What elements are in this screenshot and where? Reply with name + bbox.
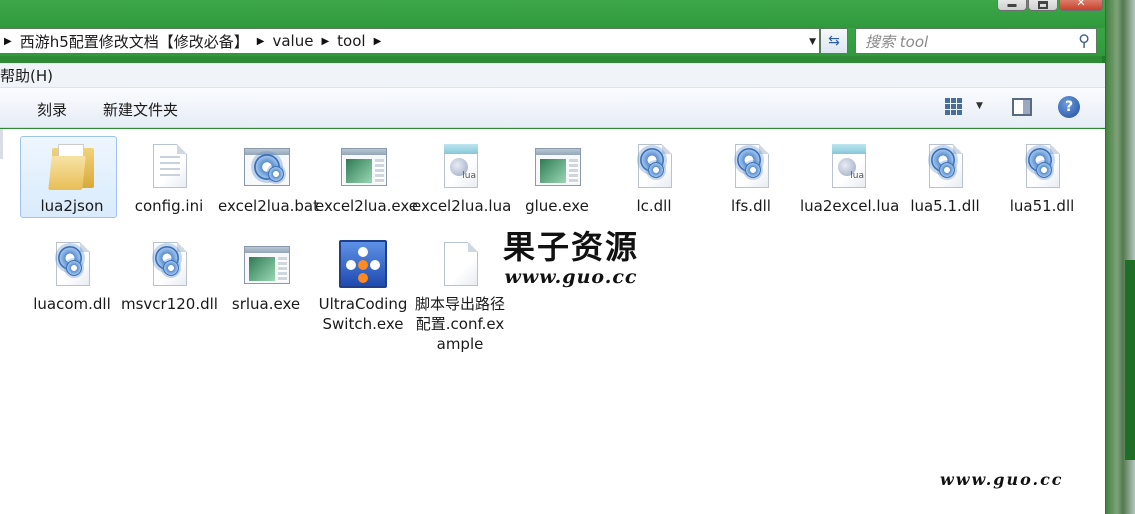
preview-pane-icon[interactable]	[1012, 98, 1032, 116]
dll-file-icon	[48, 240, 96, 290]
exe-file-icon	[339, 142, 387, 192]
window-titlebar: ✕	[0, 0, 1105, 28]
app-icon	[339, 240, 387, 290]
file-name: glue.exe	[525, 197, 589, 215]
batch-file-icon	[242, 142, 290, 192]
file-item-luacom-dll[interactable]: luacom.dll	[24, 240, 120, 314]
dll-file-icon	[1018, 142, 1066, 192]
file-item-lua2json[interactable]: lua2json	[20, 136, 120, 218]
help-icon[interactable]: ?	[1058, 96, 1080, 118]
desktop-edge	[1125, 260, 1135, 460]
search-input[interactable]: 搜索 tool ⚲	[855, 28, 1097, 54]
file-item-lc-dll[interactable]: lc.dll	[606, 142, 702, 216]
burn-button[interactable]: 刻录	[37, 99, 67, 120]
watermark: 果子资源 www.guo.cc	[496, 228, 646, 288]
search-placeholder: 搜索 tool	[865, 32, 929, 51]
maximize-icon	[1038, 1, 1048, 9]
breadcrumb-item[interactable]: 西游h5配置修改文档【修改必备】	[20, 31, 249, 52]
view-dropdown-icon[interactable]: ▼	[976, 101, 983, 111]
refresh-button[interactable]: ⇆	[820, 28, 848, 54]
file-name: excel2lua.lua	[412, 197, 512, 215]
view-grid-icon	[945, 98, 965, 115]
watermark-url: www.guo.cc	[504, 266, 638, 288]
file-item-excel2lua-bat[interactable]: excel2lua.bat	[218, 142, 319, 216]
file-name: srlua.exe	[231, 295, 301, 313]
file-item-lua2excel-lua[interactable]: lua lua2excel.lua	[800, 142, 900, 216]
folder-icon	[48, 142, 96, 192]
file-item-srlua-exe[interactable]: srlua.exe	[218, 240, 314, 314]
lua-file-icon: lua	[824, 142, 872, 192]
minimize-icon	[1007, 4, 1017, 7]
window-controls: ✕	[997, 0, 1103, 11]
navigation-bar: ▶ 西游h5配置修改文档【修改必备】 ▶ value ▶ tool ▶ ▼ ⇆ …	[0, 28, 1105, 56]
file-name: UltraCodingSwitch.exe	[318, 295, 408, 333]
command-bar: 刻录 新建文件夹 ▼ ?	[0, 88, 1105, 128]
change-view-button[interactable]	[945, 98, 965, 116]
breadcrumb-arrow-icon[interactable]: ▶	[321, 36, 329, 47]
breadcrumb-item[interactable]: value	[272, 32, 313, 50]
file-name: lfs.dll	[731, 197, 771, 215]
file-item-lua51-dll[interactable]: lua51.dll	[994, 142, 1090, 216]
refresh-icon: ⇆	[828, 33, 840, 49]
address-dropdown-icon[interactable]: ▼	[809, 37, 816, 47]
file-item-glue-exe[interactable]: glue.exe	[509, 142, 605, 216]
dll-file-icon	[145, 240, 193, 290]
close-icon: ✕	[1076, 0, 1086, 9]
exe-file-icon	[533, 142, 581, 192]
file-name: lua5.1.dll	[910, 197, 980, 215]
watermark-title: 果子资源	[502, 228, 639, 266]
file-name: excel2lua.bat	[218, 197, 319, 215]
file-name: 脚本导出路径配置.conf.example	[414, 295, 505, 353]
menu-help[interactable]: 帮助(H)	[0, 65, 53, 86]
ini-file-icon	[145, 142, 193, 192]
file-item-excel2lua-exe[interactable]: excel2lua.exe	[315, 142, 419, 216]
minimize-button[interactable]	[997, 0, 1027, 11]
file-name: luacom.dll	[33, 295, 111, 313]
file-name: lc.dll	[636, 197, 672, 215]
file-item-excel2lua-lua[interactable]: lua excel2lua.lua	[412, 142, 512, 216]
file-name: msvcr120.dll	[121, 295, 218, 313]
address-bar[interactable]: ▶ 西游h5配置修改文档【修改必备】 ▶ value ▶ tool ▶ ▼	[0, 28, 820, 54]
file-item-ultracodingswitch-exe[interactable]: UltraCodingSwitch.exe	[315, 240, 411, 334]
file-name: lua51.dll	[1009, 197, 1075, 215]
file-name: lua2json	[40, 197, 104, 215]
generic-file-icon	[436, 240, 484, 290]
file-item-msvcr120-dll[interactable]: msvcr120.dll	[121, 240, 218, 314]
dll-file-icon	[921, 142, 969, 192]
nav-pane-edge	[0, 129, 3, 159]
lua-file-icon: lua	[436, 142, 484, 192]
new-folder-button[interactable]: 新建文件夹	[103, 99, 178, 120]
file-name: config.ini	[134, 197, 204, 215]
file-item-config-ini[interactable]: config.ini	[121, 142, 217, 216]
corner-watermark: www.guo.cc	[940, 470, 1064, 489]
menu-bar: 帮助(H)	[0, 63, 1105, 88]
file-item-lfs-dll[interactable]: lfs.dll	[703, 142, 799, 216]
dll-file-icon	[727, 142, 775, 192]
file-name: excel2lua.exe	[315, 197, 419, 215]
dll-file-icon	[630, 142, 678, 192]
file-name: lua2excel.lua	[800, 197, 900, 215]
breadcrumb-item[interactable]: tool	[337, 32, 365, 50]
breadcrumb-arrow-icon[interactable]: ▶	[4, 36, 12, 47]
file-item-lua5-1-dll[interactable]: lua5.1.dll	[897, 142, 993, 216]
breadcrumb-arrow-icon[interactable]: ▶	[374, 36, 382, 47]
breadcrumb-arrow-icon[interactable]: ▶	[257, 36, 265, 47]
search-icon[interactable]: ⚲	[1078, 31, 1090, 50]
file-item-conf-example[interactable]: 脚本导出路径配置.conf.example	[412, 240, 508, 354]
maximize-button[interactable]	[1028, 0, 1058, 11]
exe-file-icon	[242, 240, 290, 290]
close-button[interactable]: ✕	[1059, 0, 1103, 11]
